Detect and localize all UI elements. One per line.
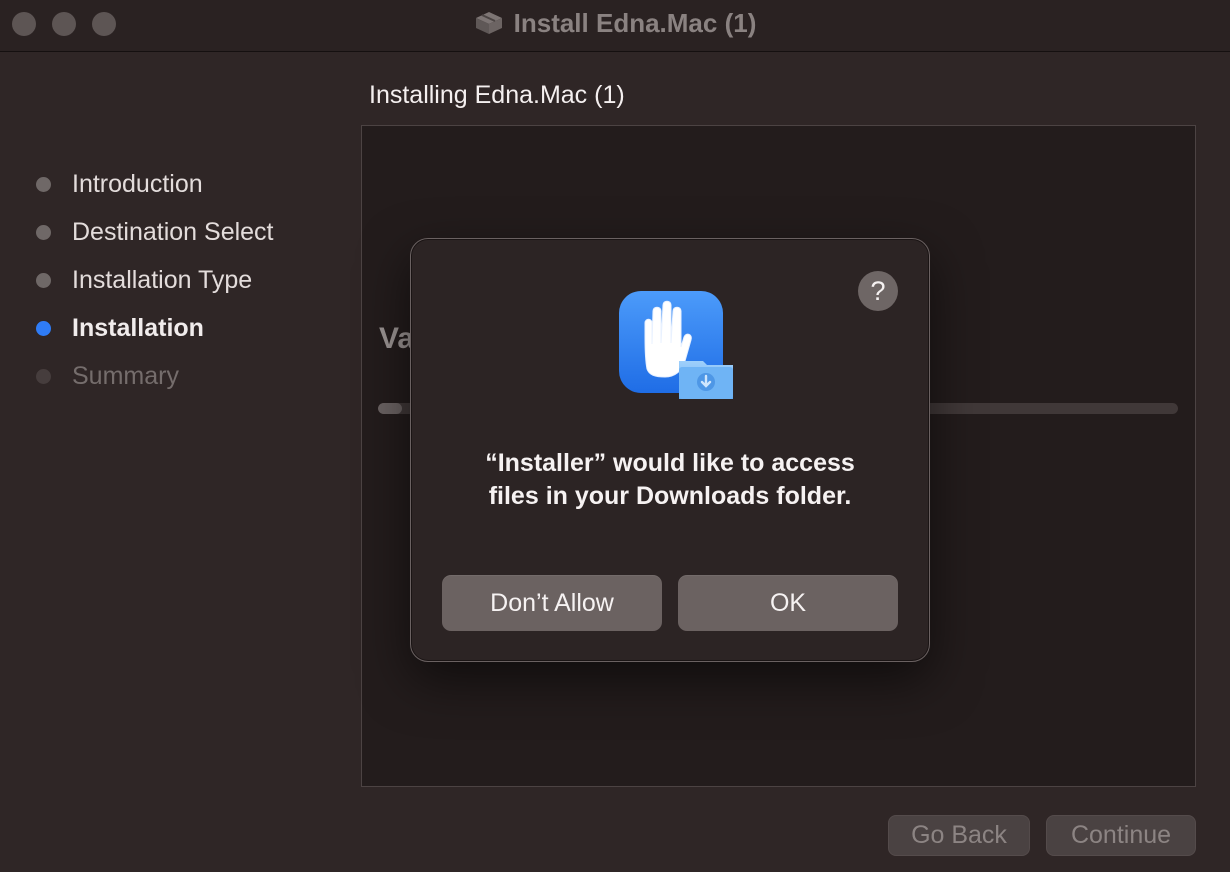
step-label: Installation — [72, 313, 204, 342]
step-label: Summary — [72, 361, 179, 390]
step-dot — [36, 224, 51, 240]
help-button[interactable]: ? — [858, 271, 898, 311]
installer-window: Install Edna.Mac (1) Introduction Destin… — [0, 0, 1230, 872]
progress-fill — [378, 403, 402, 414]
ok-button[interactable]: OK — [678, 575, 898, 631]
dialog-message: “Installer” would like to access files i… — [441, 447, 899, 513]
step-dot — [36, 368, 51, 384]
title-wrap: Install Edna.Mac (1) — [0, 8, 1230, 38]
installer-steps: Introduction Destination Select Installa… — [0, 160, 340, 400]
permission-dialog: ? “Installer” would like to access files… — [410, 238, 930, 662]
step-label: Installation Type — [72, 265, 253, 294]
step-installation: Installation — [0, 304, 340, 352]
dialog-message-line: files in your Downloads folder. — [488, 482, 852, 510]
step-label: Introduction — [72, 169, 203, 198]
status-text: Va — [379, 322, 415, 355]
step-destination-select: Destination Select — [0, 208, 340, 256]
privacy-hand-icon — [619, 291, 733, 399]
title-bar: Install Edna.Mac (1) — [0, 0, 1230, 52]
continue-button[interactable]: Continue — [1046, 815, 1196, 856]
dialog-message-line: “Installer” would like to access — [485, 449, 855, 477]
window-title: Install Edna.Mac (1) — [513, 7, 757, 38]
package-icon — [475, 12, 502, 34]
step-dot-active — [36, 320, 51, 336]
step-summary: Summary — [0, 352, 340, 400]
content-heading: Installing Edna.Mac (1) — [369, 81, 625, 109]
step-introduction: Introduction — [0, 160, 340, 208]
step-label: Destination Select — [72, 217, 274, 246]
step-dot — [36, 176, 51, 192]
dont-allow-button[interactable]: Don’t Allow — [442, 575, 662, 631]
step-dot — [36, 272, 51, 288]
step-installation-type: Installation Type — [0, 256, 340, 304]
go-back-button[interactable]: Go Back — [888, 815, 1030, 856]
